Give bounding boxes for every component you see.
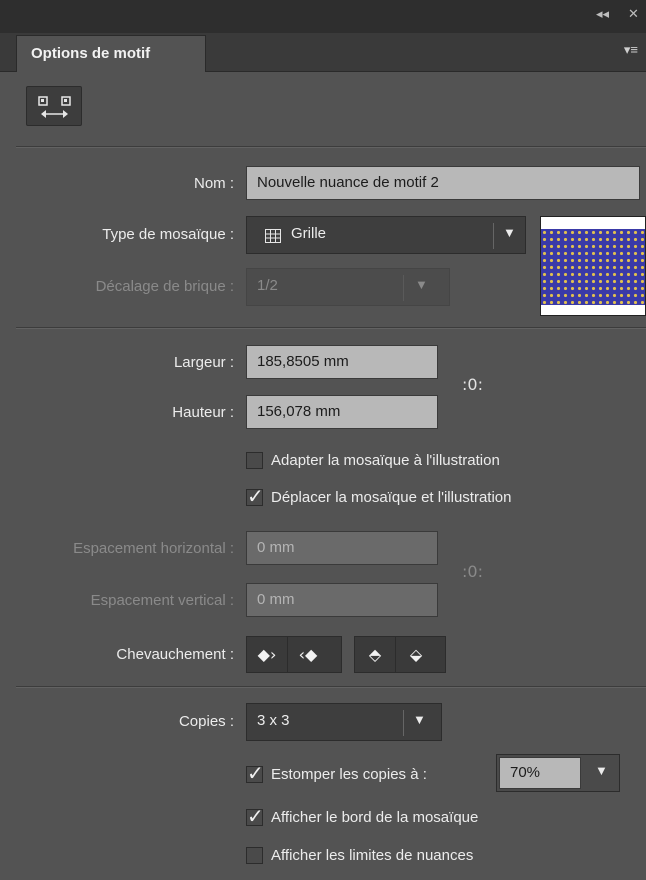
link-spacing-icon[interactable]: :0:	[462, 562, 483, 581]
pattern-tile-tool-icon	[38, 96, 71, 118]
width-label: Largeur :	[173, 354, 234, 371]
chevron-down-icon: ▼	[415, 277, 428, 292]
pattern-preview	[541, 229, 645, 305]
h-spacing-label: Espacement horizontal :	[73, 540, 234, 557]
tab-pattern-options[interactable]: Options de motif	[16, 35, 206, 72]
brick-offset-label: Décalage de brique :	[95, 278, 234, 295]
dim-amount-combo[interactable]: 70% ▼	[496, 754, 620, 792]
close-icon[interactable]: ✕	[628, 6, 639, 22]
copies-label: Copies :	[178, 713, 234, 730]
checkbox-checked[interactable]: ✓	[246, 484, 264, 508]
checkmark-icon: ✓	[247, 483, 264, 508]
checkbox-label: Afficher les limites de nuances	[271, 846, 474, 864]
grid-icon	[265, 229, 281, 243]
chevron-down-icon: ▼	[503, 225, 516, 240]
checkmark-icon: ✓	[247, 760, 264, 785]
show-tile-edge-checkbox-row[interactable]: ✓ Afficher le bord de la mosaïque	[246, 804, 479, 828]
panel-title-bar: ◂◂ ✕	[0, 0, 646, 33]
brick-offset-dropdown[interactable]: 1/2 ▼	[246, 268, 450, 306]
double-chevron-left-icon[interactable]: ◂◂	[596, 6, 609, 22]
checkbox-label: Déplacer la mosaïque et l'illustration	[271, 488, 512, 506]
divider	[403, 275, 404, 301]
name-field[interactable]: Nouvelle nuance de motif 2	[246, 166, 640, 200]
show-swatch-bounds-checkbox-row[interactable]: Afficher les limites de nuances	[246, 846, 473, 864]
height-field[interactable]: 156,078 mm	[246, 395, 438, 429]
width-field[interactable]: 185,8505 mm	[246, 345, 438, 379]
dim-copies-checkbox-row[interactable]: ✓ Estomper les copies à :	[246, 761, 427, 785]
checkbox-label: Adapter la mosaïque à l'illustration	[271, 451, 500, 469]
brick-offset-value: 1/2	[257, 277, 278, 294]
checkbox-label: Estomper les copies à :	[271, 765, 427, 783]
tile-type-label: Type de mosaïque :	[102, 226, 234, 243]
panel-menu-icon[interactable]: ▾≡	[624, 42, 638, 58]
tab-bar: Options de motif ▾≡	[0, 33, 646, 72]
chevron-down-icon: ▼	[413, 712, 426, 727]
tile-preview-swatch	[540, 216, 646, 316]
divider	[16, 327, 646, 329]
divider	[16, 686, 646, 688]
divider	[493, 223, 494, 249]
overlap-label: Chevauchement :	[116, 646, 234, 663]
name-label: Nom :	[193, 175, 234, 192]
right-in-front-icon[interactable]: ‹◆	[287, 637, 328, 672]
h-spacing-field[interactable]: 0 mm	[246, 531, 438, 565]
height-label: Hauteur :	[172, 404, 234, 421]
left-in-front-icon[interactable]: ◆›	[247, 637, 287, 672]
dim-amount-field[interactable]: 70%	[499, 757, 581, 789]
checkmark-icon: ✓	[247, 803, 264, 828]
checkbox-checked[interactable]: ✓	[246, 804, 264, 828]
move-tile-checkbox-row[interactable]: ✓ Déplacer la mosaïque et l'illustration	[246, 484, 512, 508]
fit-tile-checkbox-row[interactable]: Adapter la mosaïque à l'illustration	[246, 451, 500, 469]
tab-label: Options de motif	[31, 45, 151, 62]
chevron-down-icon[interactable]: ▼	[595, 763, 608, 778]
v-spacing-field[interactable]: 0 mm	[246, 583, 438, 617]
checkbox-unchecked[interactable]	[246, 846, 263, 864]
v-spacing-label: Espacement vertical :	[90, 592, 234, 609]
checkbox-checked[interactable]: ✓	[246, 761, 264, 785]
bottom-in-front-icon[interactable]: ⬙	[395, 637, 436, 672]
divider	[16, 146, 646, 148]
copies-value: 3 x 3	[257, 712, 290, 729]
checkbox-unchecked[interactable]	[246, 451, 263, 469]
tile-type-value: Grille	[291, 225, 327, 242]
top-in-front-icon[interactable]: ⬘	[355, 637, 395, 672]
tile-type-dropdown[interactable]: Grille ▼	[246, 216, 526, 254]
copies-dropdown[interactable]: 3 x 3 ▼	[246, 703, 442, 741]
link-proportions-icon[interactable]: :0:	[462, 375, 483, 394]
vertical-overlap-group: ⬘ ⬙	[354, 636, 446, 673]
checkbox-label: Afficher le bord de la mosaïque	[271, 808, 479, 826]
horizontal-overlap-group: ◆› ‹◆	[246, 636, 342, 673]
divider	[403, 710, 404, 736]
pattern-tile-tool-button[interactable]	[26, 86, 82, 126]
